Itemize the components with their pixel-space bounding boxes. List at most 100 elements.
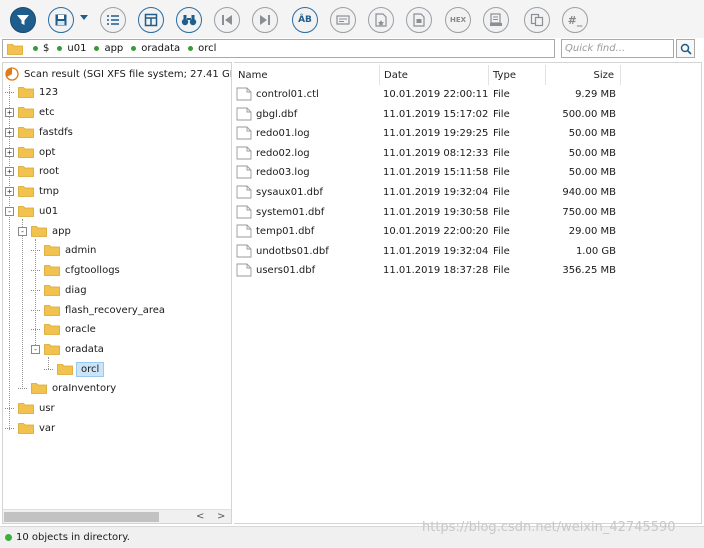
file-date: 11.01.2019 18:37:28 [383,265,489,277]
file-type: File [493,206,510,218]
file-type: File [493,167,510,179]
column-header-type[interactable]: Type [489,65,546,85]
filter-button[interactable] [10,7,36,33]
breadcrumb-dot-icon [33,46,38,51]
breadcrumb-item[interactable]: u01 [57,43,86,54]
scroll-right-icon[interactable]: > [217,511,225,522]
file-size: 356.25 MB [562,265,616,277]
tree-node-etc[interactable]: + etc [5,103,55,121]
table-row[interactable]: gbgl.dbf 11.01.2019 15:17:02 File 500.00 MB [234,105,701,125]
expand-icon[interactable]: + [5,107,14,117]
expand-icon[interactable]: + [5,147,14,157]
ab-button[interactable]: ÂB [292,7,318,33]
card-button[interactable] [330,7,356,33]
doc-star-icon [375,13,387,27]
folder-icon [44,265,60,276]
tree-node-root[interactable]: + root [5,162,59,180]
tree-node-123[interactable]: 123 [5,83,58,101]
collapse-icon[interactable]: - [5,206,14,216]
tree-node-app[interactable]: - app [18,222,71,240]
scrollbar-thumb[interactable] [4,512,159,522]
file-icon [236,224,252,238]
scroll-left-icon[interactable]: < [196,511,204,522]
search-button[interactable] [676,39,695,58]
file-list[interactable]: Name Date Type Size control01.ctl 10.01.2… [234,62,702,524]
grid-icon [144,13,158,27]
file-name: system01.dbf [256,206,325,218]
breadcrumb-item[interactable]: oradata [131,43,180,54]
quick-find-input[interactable] [561,39,674,58]
file-size: 940.00 MB [562,187,616,198]
expand-icon[interactable]: + [5,186,14,196]
table-row[interactable]: undotbs01.dbf 11.01.2019 19:32:04 File 1.00… [234,242,701,262]
tree-horizontal-scrollbar[interactable]: < > [3,509,231,523]
folder-icon [44,305,60,316]
file-name: sysaux01.dbf [256,187,323,198]
table-row[interactable]: system01.dbf 11.01.2019 19:30:58 File 750.0… [234,203,701,223]
next-button[interactable] [252,7,278,33]
scan-result-node[interactable]: Scan result (SGI XFS file system; 27.41 … [5,67,231,81]
find-button[interactable] [176,7,202,33]
file-icon [236,185,252,199]
tree-node-oradata[interactable]: - oradata [31,340,104,358]
tree-node-diag[interactable]: diag [31,281,87,299]
doc-icon [413,13,425,27]
print-button[interactable] [483,7,509,33]
folder-open-icon [44,344,60,355]
collapse-icon[interactable]: - [18,226,27,236]
tree-node-u01[interactable]: - u01 [5,202,58,220]
breadcrumb[interactable]: $ u01 app oradata orcl [2,39,555,58]
breadcrumb-item[interactable]: app [94,43,123,54]
folder-icon [44,285,60,296]
file-size: 50.00 MB [568,167,616,179]
tree-node-orcl[interactable]: orcl [44,360,105,378]
table-row[interactable]: redo02.log 11.01.2019 08:12:33 File 50.00 M… [234,144,701,164]
hash-button[interactable]: #_ [562,7,588,33]
table-row[interactable]: redo03.log 11.01.2019 15:11:58 File 50.00 M… [234,163,701,183]
file-type: File [493,147,510,159]
watermark-text: https://blog.csdn.net/weixin_42745590 [422,520,676,535]
folder-tree[interactable]: Scan result (SGI XFS file system; 27.41 … [2,62,232,524]
copy-button[interactable] [524,7,550,33]
breadcrumb-item[interactable]: orcl [188,43,216,54]
folder-icon [18,423,34,434]
tree-node-fastdfs[interactable]: + fastdfs [5,123,73,141]
table-row[interactable]: redo01.log 11.01.2019 19:29:25 File 50.00 M… [234,124,701,144]
grid-button[interactable] [138,7,164,33]
file-date: 10.01.2019 22:00:11 [383,89,489,100]
prev-button[interactable] [214,7,240,33]
collapse-icon[interactable]: - [31,344,40,354]
doc-button[interactable] [406,7,432,33]
tree-node-var[interactable]: var [5,419,55,437]
tree-node-cfgtoollogs[interactable]: cfgtoollogs [31,261,120,279]
file-icon [236,146,252,160]
table-row[interactable]: users01.dbf 11.01.2019 18:37:28 File 356.25… [234,261,701,281]
breadcrumb-item[interactable]: $ [33,43,49,54]
breadcrumb-dot-icon [188,46,194,51]
hex-button[interactable]: HEX [445,7,471,33]
toolbar: ÂB HEX #_ [0,0,704,38]
tree-node-orainventory[interactable]: oraInventory [18,379,116,397]
column-header-name[interactable]: Name [234,65,380,85]
save-button[interactable] [48,7,74,33]
expand-icon[interactable]: + [5,166,14,176]
table-row[interactable]: sysaux01.dbf 11.01.2019 19:32:04 File 940.0… [234,183,701,203]
table-row[interactable]: control01.ctl 10.01.2019 22:00:11 File 9.29… [234,85,701,105]
tree-node-flash-recovery-area[interactable]: flash_recovery_area [31,301,165,319]
table-row[interactable]: temp01.dbf 10.01.2019 22:00:20 File 29.00 M… [234,222,701,242]
tree-node-opt[interactable]: + opt [5,143,55,161]
tree-node-tmp[interactable]: + tmp [5,182,59,200]
column-header-date[interactable]: Date [380,65,489,85]
doc-star-button[interactable] [368,7,394,33]
tree-node-usr[interactable]: usr [5,399,55,417]
tree-node-oracle[interactable]: oracle [31,320,96,338]
expand-icon[interactable]: + [5,127,14,137]
folder-icon [18,166,34,177]
file-size: 50.00 MB [568,128,616,140]
column-header-size[interactable]: Size [546,65,621,85]
file-icon [236,205,252,219]
file-name: control01.ctl [256,89,319,100]
save-dropdown-arrow[interactable] [80,15,88,20]
list-button[interactable] [100,7,126,33]
tree-node-admin[interactable]: admin [31,241,96,259]
